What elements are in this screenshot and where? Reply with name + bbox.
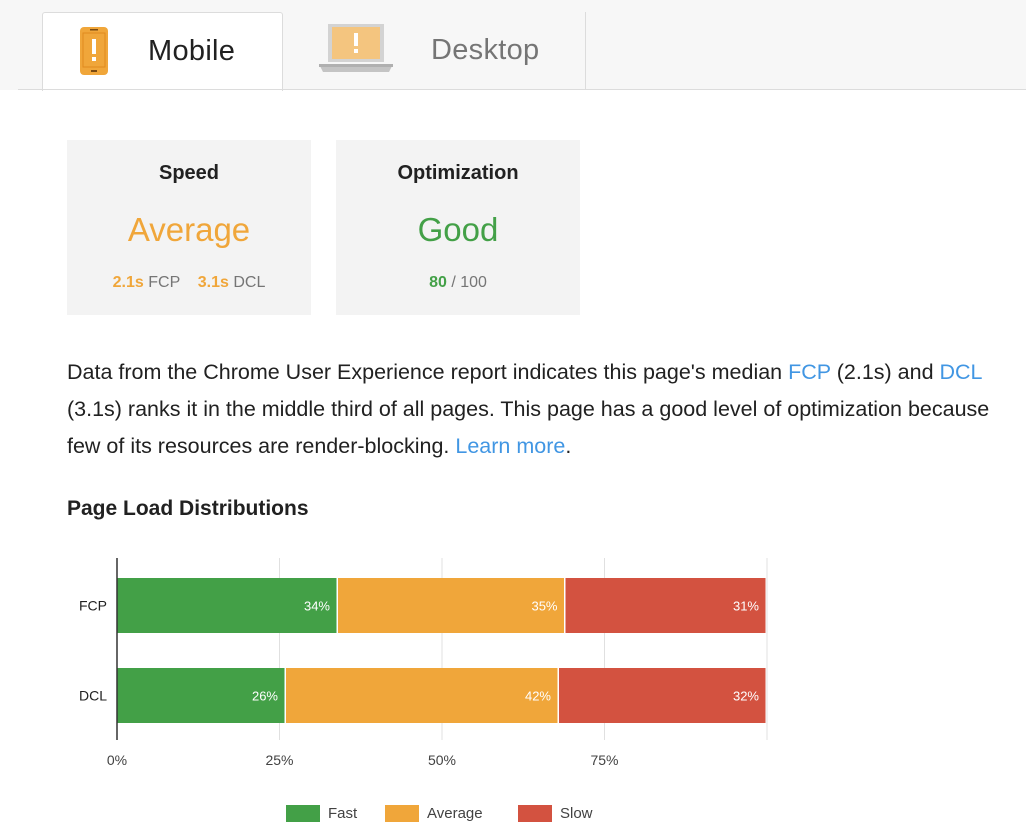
- laptop-icon: [319, 24, 393, 72]
- category-label: FCP: [79, 598, 107, 614]
- tab-bar: Mobile Desktop: [0, 0, 1026, 91]
- legend-fast: Fast: [286, 802, 357, 824]
- legend-average: Average: [385, 802, 483, 824]
- bar-data-label: 31%: [733, 599, 759, 614]
- fcp-value: 2.1s: [112, 274, 144, 291]
- bar-data-label: 26%: [252, 689, 278, 704]
- speed-metrics: 2.1s FCP 3.1s DCL: [67, 274, 311, 292]
- legend-average-swatch: [385, 804, 419, 822]
- x-tick-label: 50%: [428, 752, 456, 768]
- legend-slow: Slow: [518, 802, 593, 824]
- optimization-score-max: / 100: [451, 274, 487, 291]
- bar-average-dcl: [286, 668, 558, 723]
- learn-more-link[interactable]: Learn more: [455, 434, 565, 458]
- legend-slow-label: Slow: [560, 804, 593, 822]
- bar-average-fcp: [338, 578, 564, 633]
- tab-desktop[interactable]: Desktop: [284, 12, 586, 90]
- bar-data-label: 32%: [733, 689, 759, 704]
- tab-mobile-label: Mobile: [148, 35, 236, 67]
- category-label: DCL: [79, 688, 107, 704]
- description-text-2: (2.1s) and: [830, 360, 940, 384]
- legend-slow-swatch: [518, 804, 552, 822]
- bar-data-label: 42%: [525, 689, 551, 704]
- mobile-phone-icon: [80, 27, 108, 75]
- tab-desktop-label: Desktop: [431, 34, 540, 66]
- chart-title: Page Load Distributions: [67, 497, 309, 520]
- description-text-1: Data from the Chrome User Experience rep…: [67, 360, 789, 384]
- description-paragraph: Data from the Chrome User Experience rep…: [67, 354, 1022, 465]
- speed-rating: Average: [127, 211, 251, 248]
- legend-fast-swatch: [286, 804, 320, 822]
- dcl-value: 3.1s: [197, 274, 229, 291]
- optimization-score-value: 80: [429, 274, 447, 291]
- optimization-card-title: Optimization: [397, 162, 519, 184]
- optimization-card: Optimization Good 80 / 100: [336, 140, 580, 315]
- bar-data-label: 35%: [531, 599, 557, 614]
- tab-bar-divider: [18, 89, 1026, 90]
- x-tick-label: 25%: [265, 752, 293, 768]
- bar-data-label: 34%: [304, 599, 330, 614]
- x-tick-label: 75%: [590, 752, 618, 768]
- dcl-link[interactable]: DCL: [940, 360, 982, 384]
- optimization-rating: Good: [417, 211, 499, 248]
- legend-fast-label: Fast: [328, 804, 358, 822]
- tab-mobile[interactable]: Mobile: [42, 12, 283, 91]
- description-text-4: .: [565, 434, 572, 458]
- speed-card-title: Speed: [158, 162, 220, 184]
- x-tick-label: 0%: [107, 752, 127, 768]
- fcp-label: FCP: [148, 274, 180, 291]
- legend-average-label: Average: [427, 804, 483, 822]
- page-load-distribution-chart: 34% 35% 31% FCP 26% 42% 32% DCL 0% 25% 50% 75%: [79, 558, 768, 768]
- dcl-label: DCL: [233, 274, 266, 291]
- speed-card: Speed Average 2.1s FCP 3.1s DCL: [67, 140, 311, 315]
- optimization-score: 80 / 100: [336, 274, 580, 292]
- fcp-link[interactable]: FCP: [788, 360, 831, 384]
